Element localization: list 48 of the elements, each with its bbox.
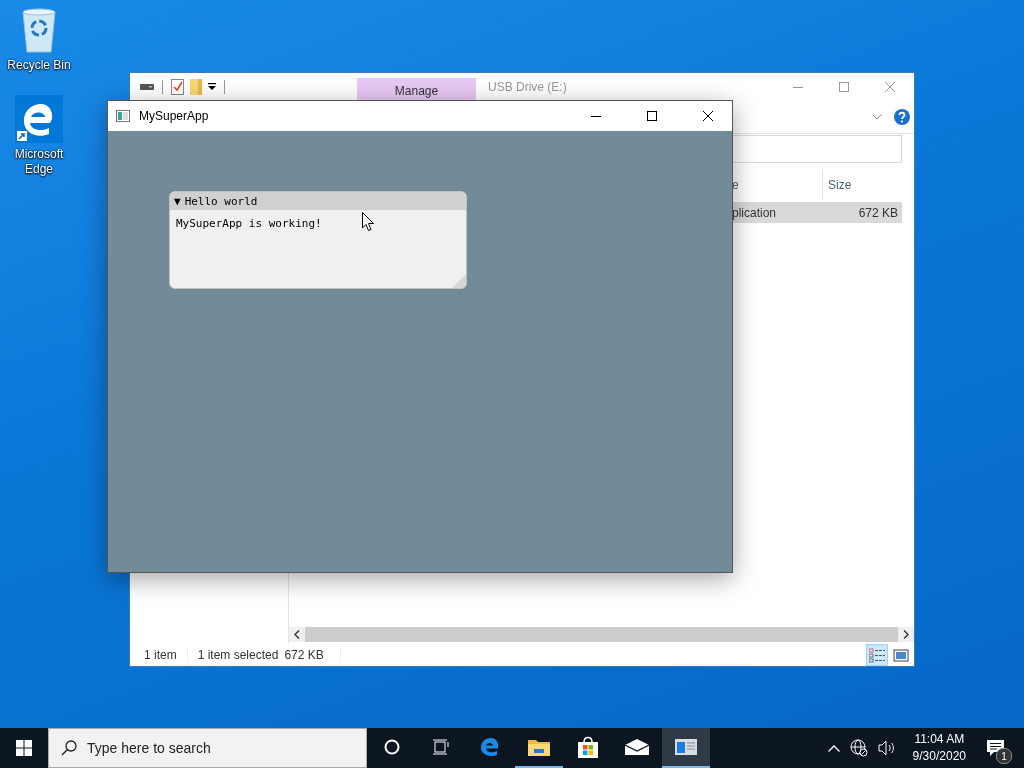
search-icon — [61, 740, 77, 756]
ribbon-tab[interactable]: Manage — [357, 78, 476, 100]
edge-icon[interactable] — [15, 95, 63, 143]
close-icon[interactable] — [703, 111, 713, 121]
details-view-icon[interactable] — [869, 647, 885, 663]
collapse-toggle[interactable]: ▼ — [174, 194, 181, 208]
windows-start-icon[interactable] — [16, 740, 32, 756]
chevron-down-icon[interactable] — [872, 113, 882, 120]
notification-badge: 1 — [996, 748, 1012, 764]
scroll-right-icon[interactable] — [903, 630, 909, 639]
drive-icon[interactable] — [140, 82, 154, 91]
search-field[interactable] — [732, 135, 902, 163]
window-title: USB Drive (E:) — [488, 79, 567, 94]
window-title: MySuperApp — [139, 109, 209, 123]
panel-title-bar[interactable]: ▼ Hello world — [170, 192, 466, 210]
task-view-icon[interactable] — [432, 739, 450, 755]
cursor-icon — [362, 212, 374, 231]
checklist-icon[interactable] — [171, 78, 184, 95]
envelope-icon[interactable] — [625, 739, 649, 755]
search-input[interactable]: Type here to search — [85, 739, 359, 757]
scrollbar-thumb[interactable] — [305, 627, 898, 642]
network-globe-icon[interactable] — [849, 739, 868, 757]
speaker-icon[interactable] — [877, 740, 896, 756]
selection-status: 1 item selected — [197, 648, 279, 662]
column-header[interactable]: e — [732, 170, 822, 200]
file-row[interactable]: plication 672 KB — [732, 202, 902, 223]
shopping-bag-icon[interactable] — [578, 736, 598, 758]
panel-title: Hello world — [184, 194, 258, 208]
dropdown-icon[interactable] — [208, 82, 216, 91]
scroll-left-icon[interactable] — [294, 630, 300, 639]
clock[interactable]: 11:04 AM 9/30/2020 — [912, 731, 966, 765]
edge-icon[interactable] — [480, 737, 500, 757]
maximize-icon[interactable] — [647, 111, 657, 121]
help-icon[interactable] — [894, 108, 910, 125]
desktop-icon-label[interactable]: Recycle Bin — [4, 58, 74, 73]
cortana-icon[interactable] — [384, 739, 400, 755]
app-icon — [116, 110, 130, 122]
folder-icon[interactable] — [528, 738, 550, 756]
resize-grip-icon[interactable] — [452, 274, 466, 288]
selection-size: 672 KB — [284, 648, 324, 662]
taskbar-button[interactable] — [662, 728, 710, 768]
chevron-up-icon[interactable] — [827, 744, 840, 752]
item-count: 1 item — [144, 648, 177, 662]
large-icons-view-icon[interactable] — [893, 647, 909, 663]
desktop-icon-label[interactable]: Microsoft Edge — [4, 147, 74, 177]
column-header[interactable]: Size — [822, 170, 902, 200]
panel-text: MySuperApp is working! — [175, 216, 323, 232]
taskbar-search-bar[interactable]: Type here to search — [48, 728, 367, 768]
